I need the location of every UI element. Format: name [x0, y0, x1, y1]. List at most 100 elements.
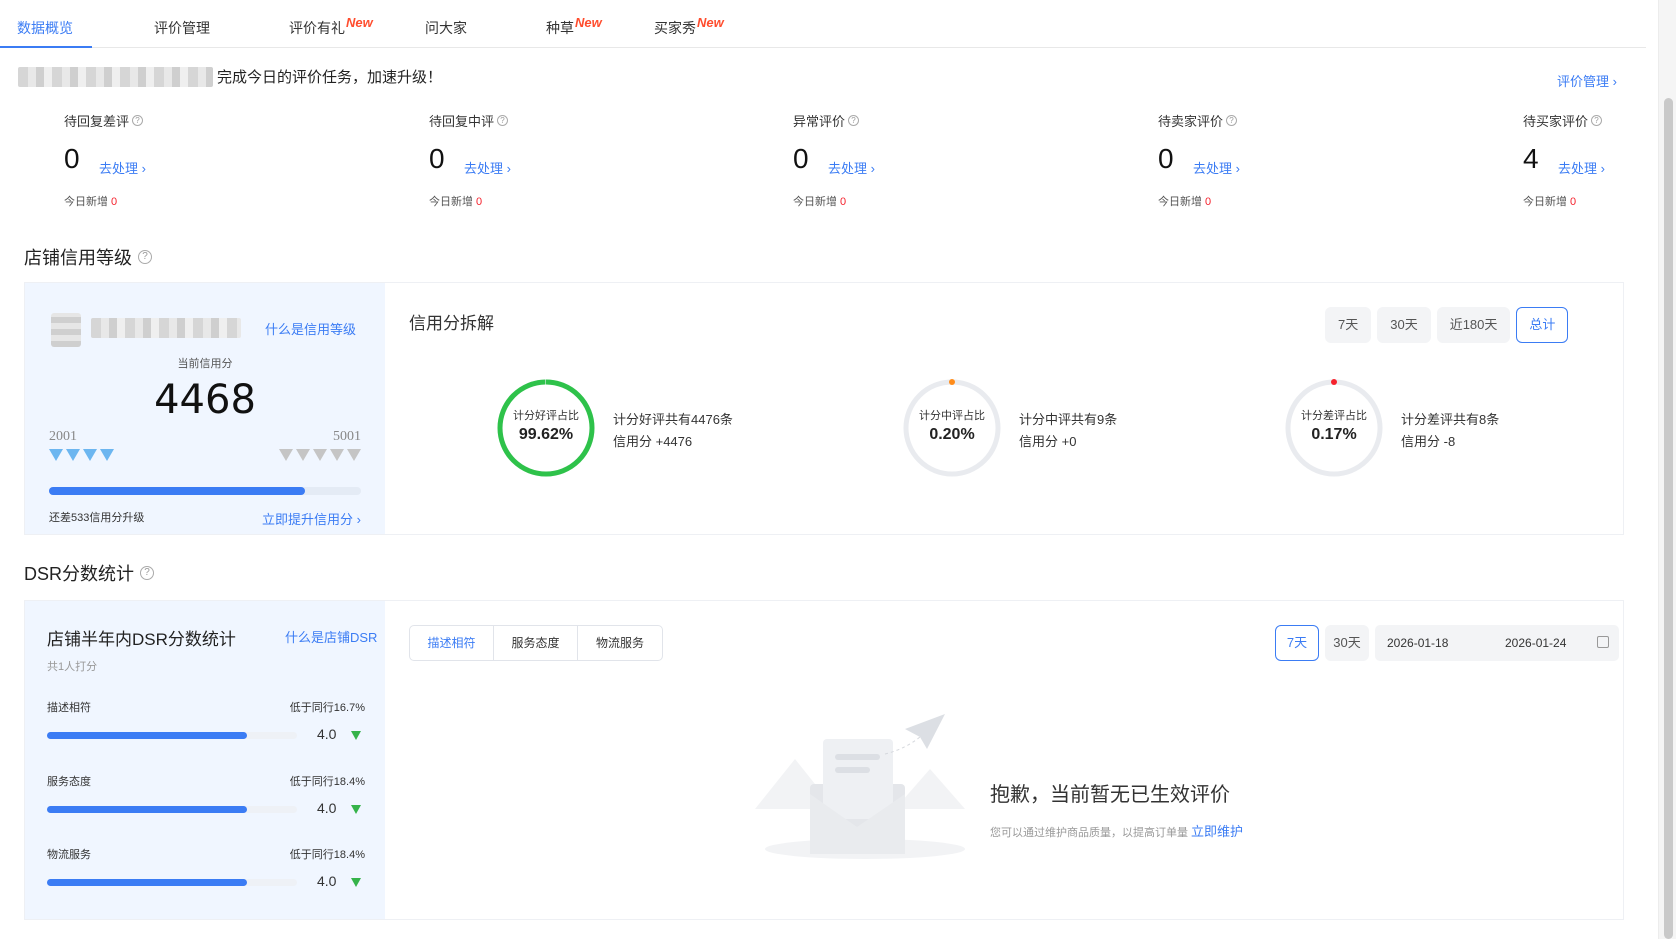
dsr-row-name: 物流服务: [47, 849, 91, 861]
dsr-range-30d-button[interactable]: 30天: [1325, 625, 1369, 661]
ring-label: 计分差评占比: [1301, 410, 1367, 422]
empty-state-title: 抱歉，当前暂无已生效评价: [990, 784, 1230, 806]
tab-seeding[interactable]: 种草New: [546, 15, 602, 38]
tab-label: 问大家: [425, 20, 467, 36]
dsr-row-value: 4.0: [317, 800, 337, 816]
credit-panel: 什么是信用等级 当前信用分 4468 2001 5001 还差533信用分升级 …: [24, 282, 1624, 535]
diamond-icon: [296, 449, 310, 461]
go-process-link[interactable]: 去处理 ›: [1558, 158, 1605, 177]
today-count: 0: [1570, 196, 1577, 208]
maintain-now-link[interactable]: 立即维护: [1191, 824, 1243, 839]
segment-service[interactable]: 服务态度: [494, 626, 578, 660]
empty-state-subtitle: 您可以通过维护商品质量，以提高订单量 立即维护: [990, 821, 1243, 840]
tab-review-management[interactable]: 评价管理: [154, 18, 210, 38]
remain-text: 还差533信用分升级: [49, 512, 145, 524]
range-180d-button[interactable]: 近180天: [1436, 307, 1511, 343]
today-count: 0: [476, 196, 483, 208]
dsr-row-compare: 低于同行16.7%: [289, 702, 365, 714]
ring-desc-score: 信用分 +4476: [613, 434, 693, 449]
stat-label: 待回复差评: [64, 114, 130, 129]
go-process-link[interactable]: 去处理 ›: [464, 158, 511, 177]
tab-ask-everyone[interactable]: 问大家: [425, 18, 467, 38]
dsr-row-bar: [47, 879, 297, 886]
date-range-picker[interactable]: 2026-01-18 2026-01-24: [1375, 625, 1619, 661]
stat-pending-negative: 待回复差评? 0 去处理 › 今日新增 0: [64, 111, 264, 208]
negative-rate-ring: 计分差评占比 0.17%: [1283, 377, 1385, 479]
stat-value: 0: [1158, 143, 1174, 174]
diamond-icon: [49, 449, 63, 461]
range-total-button[interactable]: 总计: [1516, 307, 1569, 343]
negative-rate-desc: 计分差评共有8条 信用分 -8: [1401, 409, 1499, 453]
stat-label: 异常评价: [793, 114, 846, 129]
today-label: 今日新增: [429, 196, 473, 208]
good-rate-desc: 计分好评共有4476条 信用分 +4476: [613, 409, 733, 453]
down-triangle-icon: [351, 878, 361, 887]
help-icon[interactable]: ?: [848, 115, 860, 126]
stat-abnormal: 异常评价? 0 去处理 › 今日新增 0: [793, 111, 993, 208]
go-process-link[interactable]: 去处理 ›: [99, 158, 146, 177]
credit-level-card: 什么是信用等级 当前信用分 4468 2001 5001 还差533信用分升级 …: [25, 283, 385, 534]
down-triangle-icon: [351, 805, 361, 814]
segment-description[interactable]: 描述相符: [410, 626, 494, 660]
scrollbar-thumb[interactable]: [1664, 98, 1673, 939]
help-icon[interactable]: ?: [132, 115, 144, 126]
tab-review-gift[interactable]: 评价有礼New: [289, 15, 373, 38]
go-process-link[interactable]: 去处理 ›: [828, 158, 875, 177]
tab-data-overview[interactable]: 数据概览: [17, 18, 73, 38]
help-icon[interactable]: ?: [1591, 115, 1603, 126]
range-30d-button[interactable]: 30天: [1377, 307, 1431, 343]
today-label: 今日新增: [64, 196, 108, 208]
tab-buyer-show[interactable]: 买家秀New: [654, 15, 724, 38]
current-score: 4468: [154, 377, 256, 423]
task-banner: 完成今日的评价任务，加速升级！: [18, 66, 442, 87]
dsr-row-name: 描述相符: [47, 702, 91, 714]
section-title-text: DSR分数统计: [24, 564, 135, 584]
diamond-icon: [100, 449, 114, 461]
today-count: 0: [840, 196, 847, 208]
range-7d-button[interactable]: 7天: [1325, 307, 1372, 343]
ring-value: 99.62%: [518, 426, 574, 443]
ring-desc-score: 信用分 -8: [1401, 434, 1456, 449]
what-is-dsr-link[interactable]: 什么是店铺DSR: [285, 627, 377, 646]
help-icon[interactable]: ?: [138, 250, 152, 264]
dsr-range-7d-button[interactable]: 7天: [1275, 625, 1319, 661]
diamond-icon: [313, 449, 327, 461]
good-rate-ring: 计分好评占比 99.62%: [495, 377, 597, 479]
dsr-panel: 店铺半年内DSR分数统计 什么是店铺DSR 共1人打分 描述相符 低于同行16.…: [24, 600, 1624, 920]
new-badge: New: [346, 15, 373, 30]
date-start: 2026-01-18: [1387, 636, 1449, 650]
ring-desc-score: 信用分 +0: [1019, 434, 1077, 449]
stat-label: 待买家评价: [1523, 114, 1589, 129]
review-management-link[interactable]: 评价管理 ›: [1557, 71, 1617, 90]
date-end: 2026-01-24: [1505, 636, 1567, 650]
stat-label: 待卖家评价: [1158, 114, 1224, 129]
help-icon[interactable]: ?: [497, 115, 509, 126]
segment-logistics[interactable]: 物流服务: [578, 626, 662, 660]
vertical-scrollbar[interactable]: [1658, 0, 1676, 939]
empty-envelope-illustration: [755, 714, 965, 859]
ring-label: 计分中评占比: [919, 410, 985, 422]
neutral-rate-ring: 计分中评占比 0.20%: [901, 377, 1003, 479]
stat-pending-neutral: 待回复中评? 0 去处理 › 今日新增 0: [429, 111, 629, 208]
empty-state-hint: 您可以通过维护商品质量，以提高订单量: [990, 827, 1188, 839]
ring-value: 0.20%: [929, 426, 975, 443]
raters-count: 共1人打分: [47, 661, 98, 673]
dsr-row-compare: 低于同行18.4%: [289, 849, 365, 861]
active-tab-indicator: [0, 46, 92, 48]
dsr-row-name: 服务态度: [47, 776, 91, 788]
blurred-shop-name: [18, 66, 213, 87]
raise-credit-link[interactable]: 立即提升信用分 ›: [262, 509, 361, 528]
ring-value: 0.17%: [1311, 426, 1357, 443]
go-process-link[interactable]: 去处理 ›: [1193, 158, 1240, 177]
new-badge: New: [575, 15, 602, 30]
breakdown-title: 信用分拆解: [409, 314, 494, 333]
banner-text: 完成今日的评价任务，加速升级！: [217, 69, 443, 86]
help-icon[interactable]: ?: [140, 566, 155, 580]
what-is-credit-link[interactable]: 什么是信用等级: [265, 319, 356, 338]
credit-progress-fill: [49, 487, 305, 495]
ring-desc-count: 计分好评共有4476条: [613, 412, 733, 427]
today-label: 今日新增: [793, 196, 837, 208]
calendar-icon[interactable]: [1597, 636, 1609, 648]
help-icon[interactable]: ?: [1226, 115, 1238, 126]
credit-section-title: 店铺信用等级?: [24, 244, 152, 270]
